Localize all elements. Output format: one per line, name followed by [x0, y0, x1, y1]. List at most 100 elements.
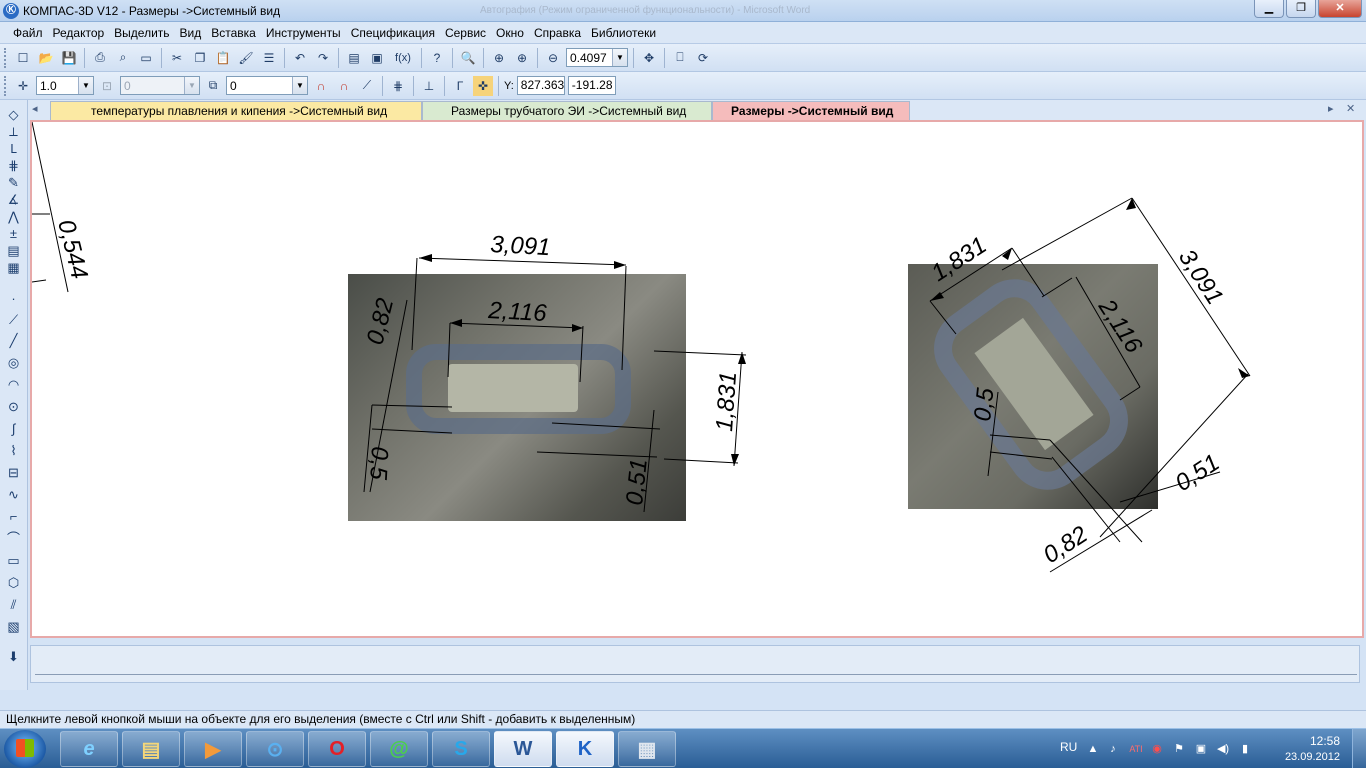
- tray-ati-icon[interactable]: ATI: [1126, 742, 1146, 756]
- taskbar-opera[interactable]: O: [308, 731, 366, 767]
- geometry-icon[interactable]: ◇: [5, 106, 22, 123]
- fillet-icon[interactable]: ⌒: [5, 530, 22, 547]
- variables-icon[interactable]: ▣: [367, 48, 387, 68]
- polyline-icon[interactable]: ⌇: [5, 442, 22, 459]
- curve-icon[interactable]: ∿: [5, 486, 22, 503]
- chevron-down-icon[interactable]: ▼: [184, 77, 199, 94]
- hatch-icon[interactable]: ⊟: [5, 464, 22, 481]
- taskbar-portal[interactable]: ⊙: [246, 731, 304, 767]
- tray-network-icon[interactable]: ⚑: [1172, 742, 1186, 756]
- command-line[interactable]: [35, 653, 1357, 675]
- step-combo[interactable]: 1.0 ▼: [36, 76, 94, 95]
- toolbar-grip[interactable]: [4, 47, 8, 68]
- taskbar-word[interactable]: W: [494, 731, 552, 767]
- manager-icon[interactable]: ▤: [344, 48, 364, 68]
- rectangle-icon[interactable]: ▭: [5, 552, 22, 569]
- auxiliary-line-icon[interactable]: ╱: [5, 332, 22, 349]
- undo-icon[interactable]: ↶: [290, 48, 310, 68]
- tray-opera-icon[interactable]: ◉: [1150, 742, 1164, 756]
- tray-expand-icon[interactable]: ▲: [1086, 742, 1100, 756]
- taskbar-explorer[interactable]: ▤: [122, 731, 180, 767]
- minimize-button[interactable]: ▁: [1254, 0, 1284, 18]
- local-cs-icon[interactable]: ⊥: [419, 76, 439, 96]
- reports-icon[interactable]: ▤: [5, 242, 22, 259]
- fx-icon[interactable]: f(x): [390, 48, 416, 68]
- menu-specification[interactable]: Спецификация: [346, 26, 440, 40]
- dimensions-icon[interactable]: ⟂: [5, 123, 22, 140]
- zoom-out-icon[interactable]: ⊖: [543, 48, 563, 68]
- grid-icon[interactable]: ⋕: [388, 76, 408, 96]
- copy-icon[interactable]: ❐: [190, 48, 210, 68]
- start-button[interactable]: [4, 730, 46, 768]
- language-indicator[interactable]: RU: [1060, 740, 1077, 754]
- taskbar-icq[interactable]: @: [370, 731, 428, 767]
- brush-icon[interactable]: 🖌: [236, 48, 256, 68]
- chamfer-icon[interactable]: ⌐: [5, 508, 22, 525]
- ortho-mode-icon[interactable]: Γ: [450, 76, 470, 96]
- tab-close-icon[interactable]: ✕: [1346, 102, 1355, 115]
- editing-icon[interactable]: ⋕: [5, 157, 22, 174]
- menu-editor[interactable]: Редактор: [48, 26, 110, 40]
- tray-music-icon[interactable]: ♪: [1106, 742, 1120, 756]
- zoom-icon[interactable]: 🔍: [458, 48, 478, 68]
- cut-icon[interactable]: ✂: [167, 48, 187, 68]
- menu-view[interactable]: Вид: [175, 26, 207, 40]
- menu-window[interactable]: Окно: [491, 26, 529, 40]
- fill-icon[interactable]: ▧: [5, 618, 22, 635]
- tab-melting-points[interactable]: температуры плавления и кипения ->Систем…: [50, 101, 422, 120]
- snap-settings-icon[interactable]: ∩: [334, 76, 354, 96]
- preview-icon[interactable]: ▭: [136, 48, 156, 68]
- parametrization-icon[interactable]: ✎: [5, 174, 22, 191]
- symbols-icon[interactable]: Ⳑ: [5, 140, 22, 157]
- angle-combo[interactable]: 0 ▼: [120, 76, 200, 95]
- coord-y-field[interactable]: -191.28: [567, 76, 616, 95]
- angle-icon[interactable]: ⊡: [97, 76, 117, 96]
- polygon-icon[interactable]: ⬡: [5, 574, 22, 591]
- circle-icon[interactable]: ◎: [5, 354, 22, 371]
- show-all-icon[interactable]: ⎕: [670, 48, 690, 68]
- toolbar-grip[interactable]: [4, 75, 8, 96]
- ellipse-icon[interactable]: ⊙: [5, 398, 22, 415]
- open-icon[interactable]: 📂: [36, 48, 56, 68]
- clock-time[interactable]: 12:58: [1310, 734, 1340, 748]
- layer-combo[interactable]: 0 ▼: [226, 76, 308, 95]
- panel-toggle-icon[interactable]: ⬇: [5, 648, 22, 665]
- taskbar-ie[interactable]: e: [60, 731, 118, 767]
- taskbar-skype[interactable]: S: [432, 731, 490, 767]
- print-preview-icon[interactable]: ⌕: [113, 48, 133, 68]
- maximize-button[interactable]: ❐: [1286, 0, 1316, 18]
- point-icon[interactable]: ·: [5, 290, 22, 307]
- zoom-in-icon[interactable]: ⊕: [512, 48, 532, 68]
- show-desktop-button[interactable]: [1352, 729, 1366, 768]
- menu-libraries[interactable]: Библиотеки: [586, 26, 661, 40]
- help-icon[interactable]: ?: [427, 48, 447, 68]
- chevron-down-icon[interactable]: ▼: [78, 77, 93, 94]
- ortho-icon[interactable]: ⟋: [357, 76, 377, 96]
- equidistant-icon[interactable]: ⫽: [5, 596, 22, 613]
- new-icon[interactable]: ☐: [13, 48, 33, 68]
- tab-scroll-right-icon[interactable]: ▸: [1328, 102, 1334, 115]
- menu-help[interactable]: Справка: [529, 26, 586, 40]
- properties-icon[interactable]: ☰: [259, 48, 279, 68]
- zoom-combo[interactable]: 0.4097 ▼: [566, 48, 628, 67]
- select-icon[interactable]: ⋀: [5, 208, 22, 225]
- cursor-step-icon[interactable]: ✛: [13, 76, 33, 96]
- tab-tube-dimensions[interactable]: Размеры трубчатого ЭИ ->Системный вид: [422, 101, 712, 120]
- insert-icon[interactable]: ▦: [5, 259, 22, 276]
- taskbar-media[interactable]: ▶: [184, 731, 242, 767]
- redo-icon[interactable]: ↷: [313, 48, 333, 68]
- snap-magnet-icon[interactable]: ∩: [311, 76, 331, 96]
- specification-icon[interactable]: ±: [5, 225, 22, 242]
- pan-icon[interactable]: ✥: [639, 48, 659, 68]
- menu-file[interactable]: Файл: [8, 26, 48, 40]
- tab-dimensions-active[interactable]: Размеры ->Системный вид: [712, 101, 910, 120]
- taskbar-kompas[interactable]: K: [556, 731, 614, 767]
- zoom-window-icon[interactable]: ⊕: [489, 48, 509, 68]
- chevron-down-icon[interactable]: ▼: [612, 49, 627, 66]
- arc-icon[interactable]: ◠: [5, 376, 22, 393]
- menu-tools[interactable]: Инструменты: [261, 26, 346, 40]
- coord-x-field[interactable]: 827.363: [516, 76, 565, 95]
- menu-select[interactable]: Выделить: [109, 26, 174, 40]
- chevron-down-icon[interactable]: ▼: [292, 77, 307, 94]
- taskbar-calculator[interactable]: ▦: [618, 731, 676, 767]
